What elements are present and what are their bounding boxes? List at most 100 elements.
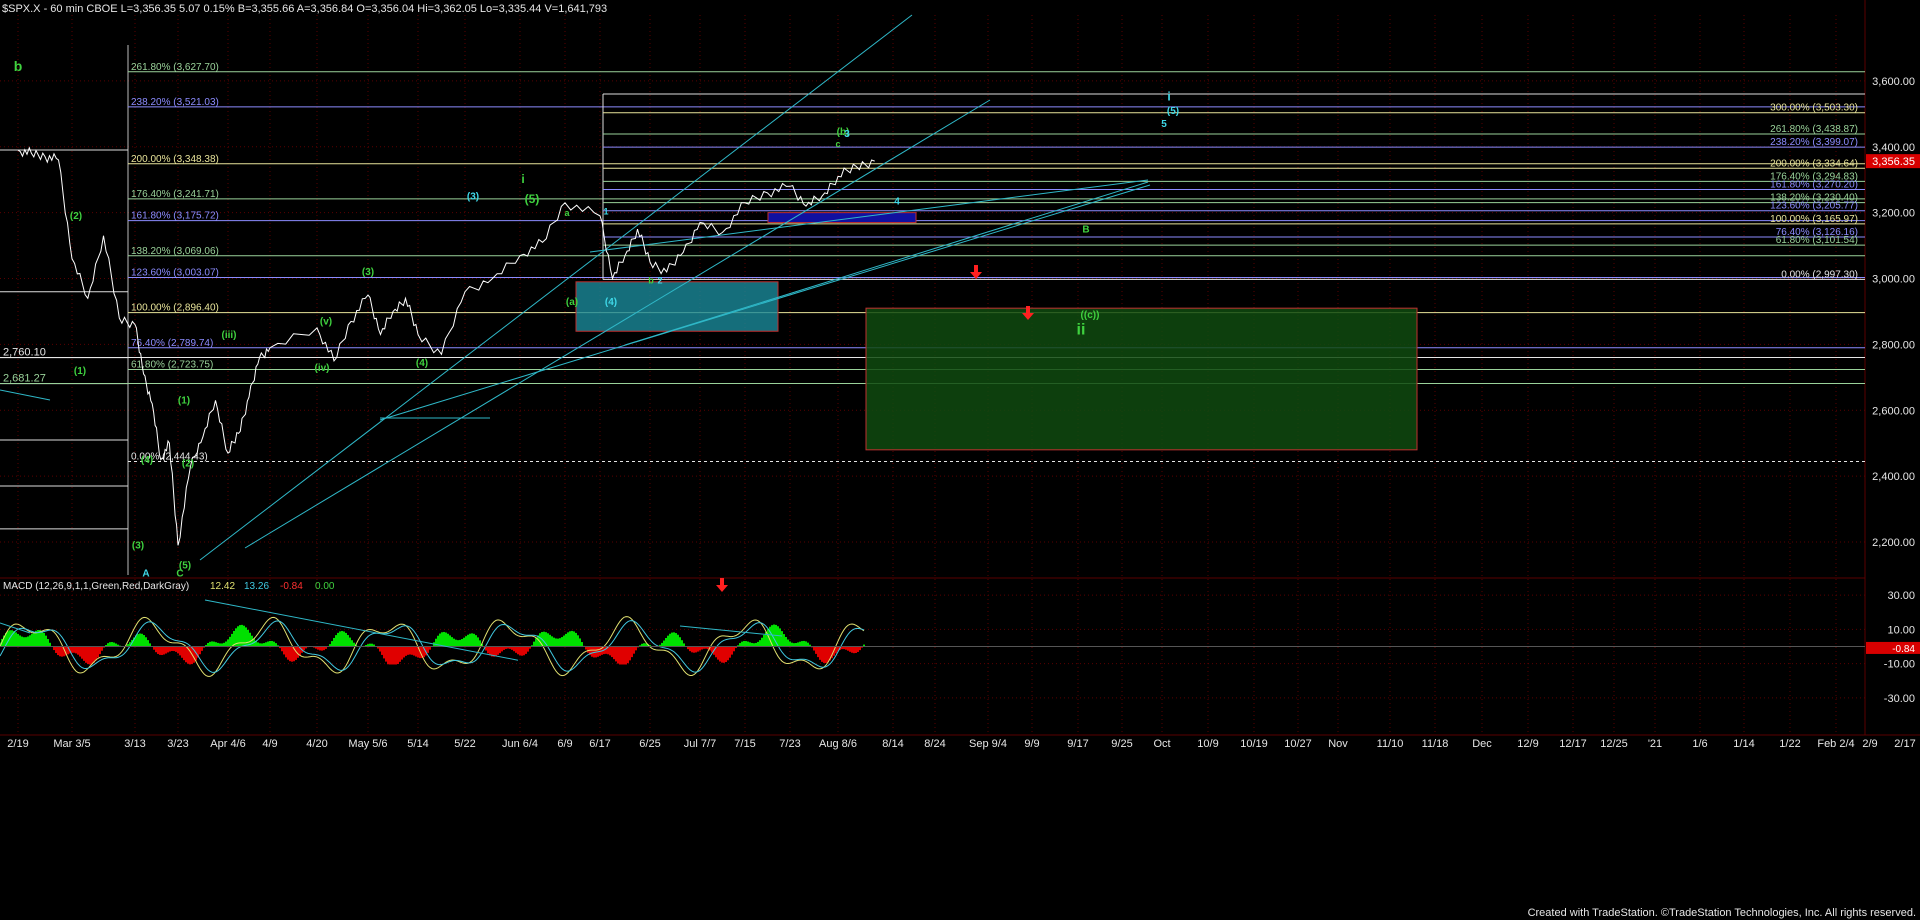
fib-left-label: 76.40% (2,789.74) — [131, 338, 213, 349]
x-tick-label: 6/17 — [589, 738, 610, 750]
x-tick-label: 1/14 — [1733, 738, 1754, 750]
x-tick-label: Dec — [1472, 738, 1492, 750]
chart-canvas: 261.80% (3,627.70) 238.20% (3,521.03) 200.… — [0, 0, 1920, 920]
wave-label: 5 — [1161, 119, 1167, 130]
level-label: 2,760.10 — [3, 347, 46, 359]
wave-label: ii — [1077, 322, 1086, 339]
x-tick-label: 9/9 — [1024, 738, 1039, 750]
fib-left-label: 200.00% (3,348.38) — [131, 154, 219, 165]
x-tick-label: 6/25 — [639, 738, 660, 750]
target-zone-green-box — [865, 307, 1418, 451]
price-tick-label: 2,800.00 — [1872, 339, 1915, 351]
wave-label: (4) — [605, 297, 617, 308]
fib-right-label: 261.80% (3,438.87) — [1770, 124, 1858, 135]
x-tick-label: 10/27 — [1284, 738, 1312, 750]
x-tick-label: Aug 8/6 — [819, 738, 857, 750]
fib-right-label: 200.00% (3,334.64) — [1770, 158, 1858, 169]
x-tick-label: Feb 2/4 — [1817, 738, 1854, 750]
price-tick-label: 3,600.00 — [1872, 76, 1915, 88]
x-tick-label: 3/13 — [124, 738, 145, 750]
wave-label: (3) — [362, 267, 374, 278]
wave-label: C — [176, 569, 183, 580]
x-tick-label: Jun 6/4 — [502, 738, 538, 750]
x-tick-label: 4/9 — [262, 738, 277, 750]
wave-label: 3 — [844, 129, 850, 140]
x-tick-label: Jul 7/7 — [684, 738, 716, 750]
wave-label: (v) — [320, 317, 332, 328]
wave-label: (iii) — [222, 330, 237, 341]
wave-label: c — [835, 139, 840, 149]
wave-label: (2) — [182, 458, 194, 469]
fib-left-label: 100.00% (2,896.40) — [131, 303, 219, 314]
wave-label: i — [1167, 90, 1170, 104]
x-tick-label: 12/9 — [1517, 738, 1538, 750]
x-tick-label: 3/23 — [167, 738, 188, 750]
x-tick-label: 8/14 — [882, 738, 903, 750]
fib-right-label: 61.80% (3,101.54) — [1776, 235, 1858, 246]
fib-left-label: 176.40% (3,241.71) — [131, 189, 219, 200]
fib-right-label: 238.20% (3,399.07) — [1770, 137, 1858, 148]
fib-left-label: 61.80% (2,723.75) — [131, 360, 213, 371]
x-tick-label: Nov — [1328, 738, 1348, 750]
x-tick-label: 9/25 — [1111, 738, 1132, 750]
wave-label: b — [14, 58, 23, 74]
level-label: 2,681.27 — [3, 373, 46, 385]
x-tick-label: 11/18 — [1422, 738, 1449, 750]
wave-label: B — [1082, 224, 1089, 235]
macd-tick-label: 30.00 — [1887, 590, 1915, 602]
x-tick-label: 8/24 — [924, 738, 945, 750]
wave-label: (5) — [1167, 106, 1179, 117]
current-price-label: 3,356.35 — [1872, 156, 1915, 168]
x-tick-label: 10/9 — [1197, 738, 1218, 750]
fib-left-label: 261.80% (3,627.70) — [131, 62, 219, 73]
price-tick-label: 2,200.00 — [1872, 537, 1915, 549]
fib-right-label: 300.00% (3,503.30) — [1770, 103, 1858, 114]
macd-tick-label: -30.00 — [1884, 693, 1915, 705]
macd-tick-label: -10.00 — [1884, 659, 1915, 671]
macd-tick-label: 10.00 — [1887, 624, 1915, 636]
wave-label: 1 — [603, 206, 608, 216]
x-tick-label: 9/17 — [1067, 738, 1088, 750]
x-tick-label: 1/22 — [1779, 738, 1800, 750]
wave-label: 4 — [894, 196, 900, 207]
x-tick-label: 12/17 — [1559, 738, 1587, 750]
x-tick-label: Sep 9/4 — [969, 738, 1007, 750]
x-tick-label: 7/15 — [734, 738, 755, 750]
fib-left-label: 238.20% (3,521.03) — [131, 97, 219, 108]
x-tick-label: 1/6 — [1692, 738, 1707, 750]
target-zone-blue-box — [767, 212, 917, 224]
wave-label: (5) — [525, 192, 540, 206]
chart-background — [0, 0, 1920, 920]
x-tick-label: May 5/6 — [348, 738, 387, 750]
fib-right-label: 100.00% (3,165.97) — [1770, 214, 1858, 225]
macd-value: -0.84 — [280, 581, 303, 592]
x-tick-label: Apr 4/6 — [210, 738, 245, 750]
price-tick-label: 3,400.00 — [1872, 142, 1915, 154]
x-tick-label: Mar 3/5 — [53, 738, 90, 750]
wave-label: ((c)) — [1081, 310, 1100, 321]
fib-right-label: 123.60% (3,205.77) — [1770, 201, 1858, 212]
x-tick-label: 4/20 — [306, 738, 327, 750]
wave-label: (4) — [416, 358, 428, 369]
wave-label: (3) — [132, 541, 144, 552]
x-tick-label: 2/9 — [1862, 738, 1877, 750]
macd-value: 12.42 — [210, 581, 235, 592]
x-tick-label: Oct — [1153, 738, 1170, 750]
macd-label: MACD (12,26,9,1,1,Green,Red,DarkGray) — [3, 581, 189, 592]
chart-title: $SPX.X - 60 min CBOE L=3,356.35 5.07 0.1… — [2, 3, 607, 15]
x-tick-label: 2/17 — [1894, 738, 1915, 750]
x-tick-label: 7/23 — [779, 738, 800, 750]
fib-left-label: 138.20% (3,069.06) — [131, 246, 219, 257]
wave-label: b — [648, 275, 654, 285]
x-tick-label: 12/25 — [1600, 738, 1628, 750]
wave-label: (4) — [141, 455, 153, 466]
x-tick-label: 6/9 — [557, 738, 572, 750]
fib-left-label: 161.80% (3,175.72) — [131, 211, 219, 222]
price-tick-label: 2,400.00 — [1872, 471, 1915, 483]
fib-right-label: 161.80% (3,270.20) — [1770, 180, 1858, 191]
wave-label: (a) — [566, 297, 578, 308]
wave-label: (1) — [178, 396, 190, 407]
x-tick-label: 2/19 — [7, 738, 28, 750]
wave-label: 2 — [657, 275, 662, 285]
footer-credit: Created with TradeStation. ©TradeStation… — [1528, 907, 1916, 919]
